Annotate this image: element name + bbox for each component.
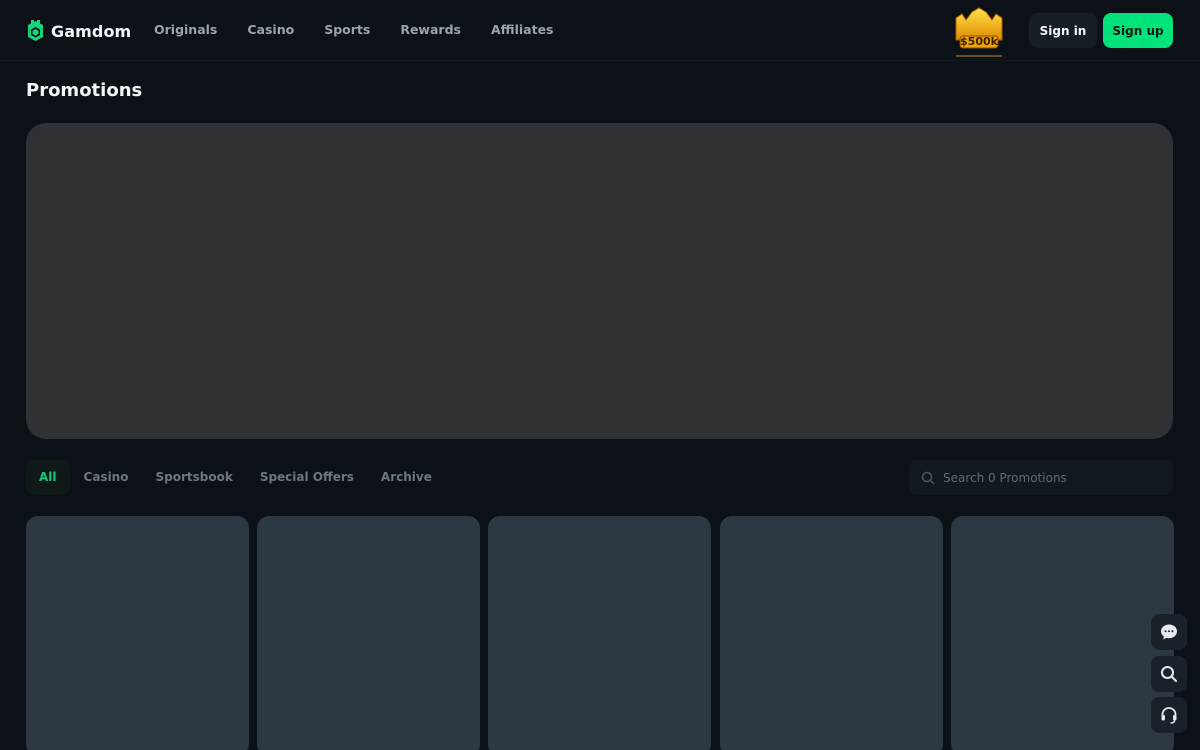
sign-up-button[interactable]: Sign up — [1103, 13, 1173, 48]
tab-archive[interactable]: Archive — [368, 460, 445, 495]
promo-500k-label: $500k — [960, 35, 998, 48]
floating-search-button[interactable] — [1151, 656, 1187, 692]
nav-item-rewards[interactable]: Rewards — [400, 21, 461, 39]
promotion-card-grid — [26, 516, 1174, 750]
promotion-filter-tabs: All Casino Sportsbook Special Offers Arc… — [26, 460, 446, 495]
promotion-search[interactable] — [909, 460, 1173, 495]
brand-name: Gamdom — [51, 21, 132, 41]
search-input[interactable] — [943, 470, 1153, 485]
nav-item-affiliates[interactable]: Affiliates — [491, 21, 554, 39]
promo-500k-badge[interactable]: $500k — [950, 6, 1008, 58]
promotion-card[interactable] — [488, 516, 711, 750]
promotion-card[interactable] — [257, 516, 480, 750]
support-button[interactable] — [1151, 697, 1187, 733]
page-title: Promotions — [26, 80, 143, 101]
live-chat-button[interactable] — [1151, 614, 1187, 650]
nav-item-casino[interactable]: Casino — [247, 21, 294, 39]
tab-sportsbook[interactable]: Sportsbook — [142, 460, 245, 495]
tab-all[interactable]: All — [26, 460, 70, 495]
gamdom-logo-icon — [28, 20, 43, 41]
top-header: Gamdom Originals Casino Sports Rewards A… — [0, 0, 1200, 61]
promotion-card[interactable] — [26, 516, 249, 750]
headset-icon — [1161, 707, 1177, 724]
search-icon — [1161, 666, 1177, 682]
nav-item-originals[interactable]: Originals — [154, 21, 217, 39]
brand-logo[interactable]: Gamdom — [26, 18, 131, 44]
tab-special-offers[interactable]: Special Offers — [247, 460, 367, 495]
castle-trophy-icon — [955, 7, 1003, 57]
main-nav: Originals Casino Sports Rewards Affiliat… — [154, 21, 583, 39]
tab-casino[interactable]: Casino — [71, 460, 142, 495]
promotion-card[interactable] — [720, 516, 943, 750]
hero-banner-placeholder[interactable] — [26, 123, 1173, 439]
nav-item-sports[interactable]: Sports — [324, 21, 370, 39]
sign-in-button[interactable]: Sign in — [1029, 13, 1097, 48]
search-icon — [921, 471, 935, 484]
promotion-card[interactable] — [951, 516, 1174, 750]
chat-icon — [1161, 624, 1177, 640]
